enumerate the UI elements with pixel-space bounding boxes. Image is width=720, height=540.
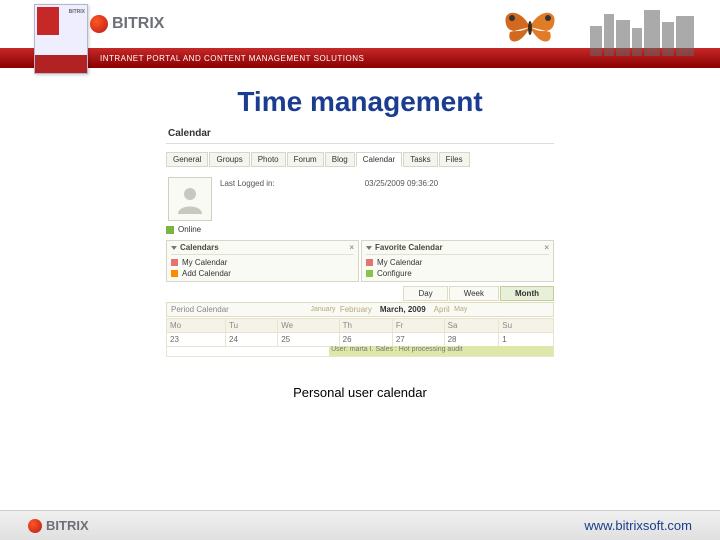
calendar-screenshot: Calendar GeneralGroupsPhotoForumBlogCale…	[166, 124, 554, 357]
tab-groups[interactable]: Groups	[209, 152, 249, 167]
tab-files[interactable]: Files	[439, 152, 470, 167]
panel-favorite-title: Favorite Calendar	[375, 243, 443, 252]
day-cell[interactable]: 24	[226, 333, 278, 347]
color-swatch-icon	[171, 259, 178, 266]
day-cell[interactable]: 1	[499, 333, 554, 347]
brand-icon	[90, 15, 108, 33]
day-cell[interactable]: 28	[444, 333, 499, 347]
nav-next[interactable]: April	[434, 305, 450, 314]
view-month-button[interactable]: Month	[500, 286, 554, 301]
event-strip: User: marta I. Sales : Hot processing au…	[166, 346, 554, 357]
last-login-value: 03/25/2009 09:36:20	[365, 179, 438, 223]
weekday-header: Sa	[444, 319, 499, 333]
weekday-header: Mo	[167, 319, 226, 333]
calendar-event[interactable]: User: marta I. Sales : Hot processing au…	[329, 346, 553, 356]
tab-forum[interactable]: Forum	[287, 152, 324, 167]
current-month: March, 2009	[380, 305, 426, 314]
avatar	[168, 177, 212, 221]
footer: BITRIX www.bitrixsoft.com	[0, 510, 720, 540]
weekday-header: Su	[499, 319, 554, 333]
panel-item[interactable]: My Calendar	[366, 257, 549, 268]
last-login-label: Last Logged in:	[220, 179, 275, 223]
login-info: Last Logged in: 03/25/2009 09:36:20	[220, 175, 554, 223]
butterfly-image	[500, 2, 560, 52]
day-cell[interactable]: 23	[167, 333, 226, 347]
section-tabs: GeneralGroupsPhotoForumBlogCalendarTasks…	[166, 152, 554, 167]
panel-favorite-calendar: Favorite Calendar × My Calendar Configure	[361, 240, 554, 282]
footer-brand-text: BITRIX	[46, 518, 89, 533]
weekday-header: Tu	[226, 319, 278, 333]
city-image	[590, 6, 700, 56]
view-day-button[interactable]: Day	[403, 286, 447, 301]
close-icon[interactable]: ×	[544, 243, 549, 252]
panel-item[interactable]: Configure	[366, 268, 549, 279]
close-icon[interactable]: ×	[349, 243, 354, 252]
brand-text: BITRIX	[112, 15, 164, 33]
view-week-button[interactable]: Week	[449, 286, 499, 301]
color-swatch-icon	[366, 259, 373, 266]
online-label: Online	[178, 225, 201, 234]
day-cell[interactable]: 25	[278, 333, 339, 347]
day-cell[interactable]: 26	[339, 333, 392, 347]
tab-blog[interactable]: Blog	[325, 152, 355, 167]
page-title: Time management	[0, 86, 720, 118]
nav-fwd2[interactable]: May	[454, 306, 467, 313]
add-icon	[171, 270, 178, 277]
tab-photo[interactable]: Photo	[251, 152, 286, 167]
chevron-down-icon[interactable]	[171, 246, 177, 250]
weekday-header: We	[278, 319, 339, 333]
online-status: Online	[166, 225, 554, 234]
calendar-heading: Calendar	[166, 124, 554, 144]
brand-icon	[28, 519, 42, 533]
tab-general[interactable]: General	[166, 152, 208, 167]
tab-calendar[interactable]: Calendar	[356, 152, 402, 167]
footer-brand: BITRIX	[28, 518, 89, 533]
nav-prev[interactable]: February	[340, 305, 372, 314]
panel-item[interactable]: Add Calendar	[171, 268, 354, 279]
weekday-header: Fr	[392, 319, 444, 333]
panel-calendars-title: Calendars	[180, 243, 219, 252]
month-navigation: Period Calendar January February March, …	[166, 302, 554, 317]
product-box-image	[34, 4, 88, 74]
nav-back2[interactable]: January	[310, 306, 335, 313]
day-cell[interactable]: 27	[392, 333, 444, 347]
calendar-grid: MoTuWeThFrSaSu 2324252627281	[166, 318, 554, 347]
footer-url[interactable]: www.bitrixsoft.com	[584, 518, 692, 533]
chevron-down-icon[interactable]	[366, 246, 372, 250]
weekday-header: Th	[339, 319, 392, 333]
gear-icon	[366, 270, 373, 277]
caption: Personal user calendar	[0, 385, 720, 400]
tab-tasks[interactable]: Tasks	[403, 152, 437, 167]
tagline-text: INTRANET PORTAL AND CONTENT MANAGEMENT S…	[100, 54, 364, 63]
view-switcher: DayWeekMonth	[166, 286, 554, 301]
brand-logo: BITRIX	[90, 15, 164, 33]
online-icon	[166, 226, 174, 234]
panel-item[interactable]: My Calendar	[171, 257, 354, 268]
panel-calendars: Calendars × My Calendar Add Calendar	[166, 240, 359, 282]
period-label: Period Calendar	[171, 305, 229, 314]
